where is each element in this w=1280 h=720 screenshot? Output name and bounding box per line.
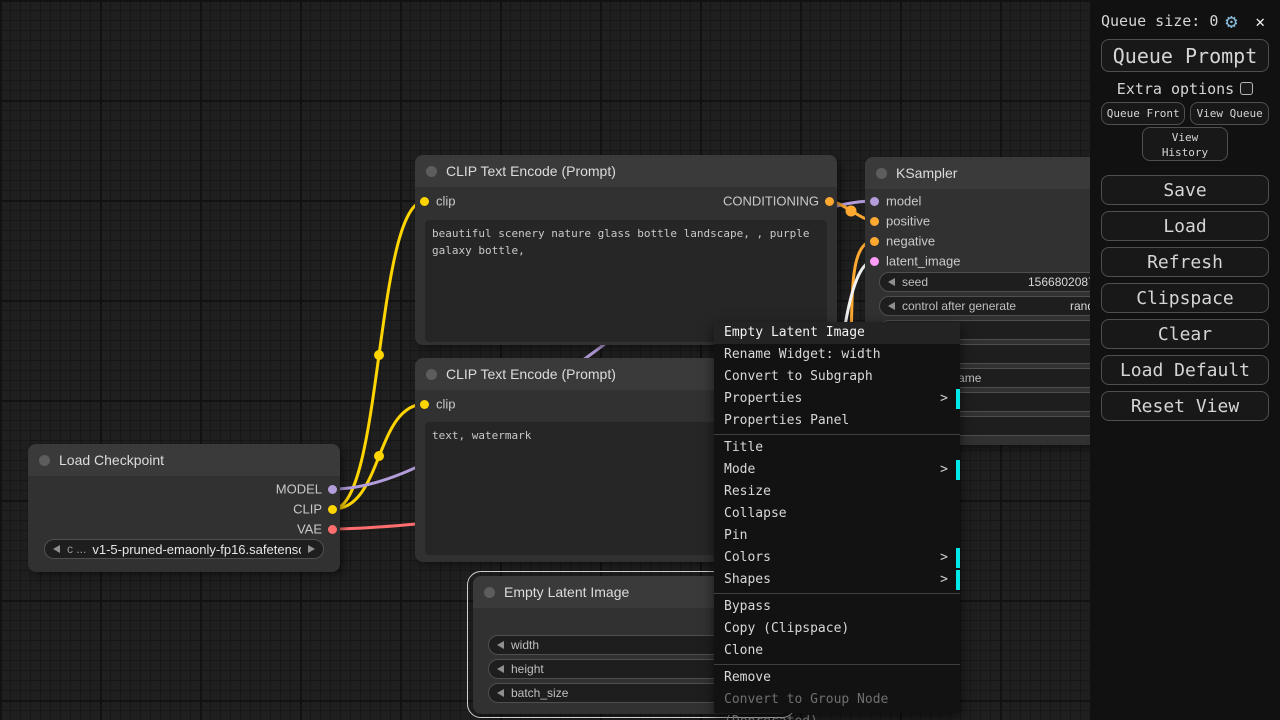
clear-button[interactable]: Clear (1101, 319, 1269, 349)
widget-left-arrow-icon[interactable] (888, 278, 895, 286)
input-dot-clip[interactable] (420, 400, 429, 409)
queue-prompt-button[interactable]: Queue Prompt (1101, 39, 1269, 72)
menu-item-resize[interactable]: Resize (714, 481, 960, 503)
context-menu-title: Empty Latent Image (714, 322, 960, 344)
view-queue-button[interactable]: View Queue (1190, 102, 1269, 125)
widget-left-arrow-icon[interactable] (497, 689, 504, 697)
node-title: Load Checkpoint (59, 452, 164, 468)
output-dot-conditioning[interactable] (825, 197, 834, 206)
submenu-arrow-icon: > (940, 547, 948, 569)
queue-front-button[interactable]: Queue Front (1101, 102, 1185, 125)
menu-item-colors[interactable]: Colors > (714, 547, 960, 569)
node-title: CLIP Text Encode (Prompt) (446, 163, 616, 179)
extra-options-label: Extra options (1117, 80, 1234, 98)
queue-size-label: Queue size: 0 (1101, 12, 1218, 30)
combo-right-arrow-icon[interactable] (308, 545, 315, 553)
output-dot-clip[interactable] (328, 505, 337, 514)
input-dot-model[interactable] (870, 197, 879, 206)
load-default-button[interactable]: Load Default (1101, 355, 1269, 385)
collapse-dot-icon[interactable] (484, 587, 495, 598)
link-midpoint-dot[interactable] (374, 350, 384, 360)
save-button[interactable]: Save (1101, 175, 1269, 205)
menu-item-copy-clipspace[interactable]: Copy (Clipspace) (714, 618, 960, 640)
comfyui-canvas[interactable]: Load Checkpoint MODEL CLIP VAE c ... v1-… (0, 0, 1280, 720)
menu-item-bypass[interactable]: Bypass (714, 596, 960, 618)
menu-item-clone[interactable]: Clone (714, 640, 960, 662)
submenu-accent-bar (956, 460, 960, 480)
menu-separator (714, 664, 960, 665)
node-titlebar[interactable]: Load Checkpoint (28, 444, 340, 476)
settings-gear-icon[interactable]: ⚙ (1225, 11, 1237, 31)
widget-value: 1566802087 (1028, 275, 1095, 289)
clipspace-button[interactable]: Clipspace (1101, 283, 1269, 313)
widget-left-arrow-icon[interactable] (497, 665, 504, 673)
submenu-accent-bar (956, 548, 960, 568)
comfy-menu-panel: Queue size: 0 ⚙ ✕ Queue Prompt Extra opt… (1090, 0, 1280, 720)
output-slot-clip: CLIP (28, 499, 340, 519)
input-dot-negative[interactable] (870, 237, 879, 246)
input-dot-latent-image[interactable] (870, 257, 879, 266)
menu-item-properties-panel[interactable]: Properties Panel (714, 410, 960, 432)
collapse-dot-icon[interactable] (426, 166, 437, 177)
combo-left-arrow-icon[interactable] (53, 545, 60, 553)
output-dot-vae[interactable] (328, 525, 337, 534)
node-load-checkpoint[interactable]: Load Checkpoint MODEL CLIP VAE c ... v1-… (28, 444, 340, 572)
menu-item-pin[interactable]: Pin (714, 525, 960, 547)
input-dot-positive[interactable] (870, 217, 879, 226)
menu-item-shapes[interactable]: Shapes > (714, 569, 960, 591)
collapse-dot-icon[interactable] (39, 455, 50, 466)
extra-options-checkbox[interactable] (1240, 82, 1253, 95)
link-midpoint-dot[interactable] (374, 451, 384, 461)
close-icon[interactable]: ✕ (1255, 12, 1265, 31)
menu-separator (714, 434, 960, 435)
menu-item-mode[interactable]: Mode > (714, 459, 960, 481)
menu-item-remove[interactable]: Remove (714, 667, 960, 689)
menu-item-properties[interactable]: Properties > (714, 388, 960, 410)
output-dot-model[interactable] (328, 485, 337, 494)
widget-value: v1-5-pruned-emaonly-fp16.safetensors (92, 542, 301, 557)
slot-row: clip CONDITIONING (415, 191, 837, 211)
menu-item-title[interactable]: Title (714, 437, 960, 459)
submenu-accent-bar (956, 570, 960, 590)
link-midpoint-dot[interactable] (846, 206, 857, 217)
collapse-dot-icon[interactable] (876, 168, 887, 179)
widget-label: c ... (67, 542, 86, 556)
collapse-dot-icon[interactable] (426, 369, 437, 380)
widget-left-arrow-icon[interactable] (497, 641, 504, 649)
node-title: KSampler (896, 165, 957, 181)
input-dot-clip[interactable] (420, 197, 429, 206)
output-slot-vae: VAE (28, 519, 340, 539)
node-title: CLIP Text Encode (Prompt) (446, 366, 616, 382)
ckpt-name-combo-widget[interactable]: c ... v1-5-pruned-emaonly-fp16.safetenso… (44, 539, 324, 559)
menu-item-convert-to-subgraph[interactable]: Convert to Subgraph (714, 366, 960, 388)
refresh-button[interactable]: Refresh (1101, 247, 1269, 277)
node-titlebar[interactable]: CLIP Text Encode (Prompt) (415, 155, 837, 187)
widget-left-arrow-icon[interactable] (888, 302, 895, 310)
submenu-accent-bar (956, 389, 960, 409)
submenu-arrow-icon: > (940, 459, 948, 481)
view-history-button[interactable]: View History (1142, 127, 1228, 161)
load-button[interactable]: Load (1101, 211, 1269, 241)
submenu-arrow-icon: > (940, 388, 948, 410)
menu-item-collapse[interactable]: Collapse (714, 503, 960, 525)
menu-item-rename-widget[interactable]: Rename Widget: width (714, 344, 960, 366)
node-context-menu: Empty Latent Image Rename Widget: width … (714, 322, 960, 713)
node-clip-text-encode-positive[interactable]: CLIP Text Encode (Prompt) clip CONDITION… (415, 155, 837, 345)
menu-item-convert-to-group-node: Convert to Group Node (Deprecated) (714, 689, 960, 711)
output-slot-model: MODEL (28, 479, 340, 499)
submenu-arrow-icon: > (940, 569, 948, 591)
node-title: Empty Latent Image (504, 584, 629, 600)
menu-separator (714, 593, 960, 594)
reset-view-button[interactable]: Reset View (1101, 391, 1269, 421)
